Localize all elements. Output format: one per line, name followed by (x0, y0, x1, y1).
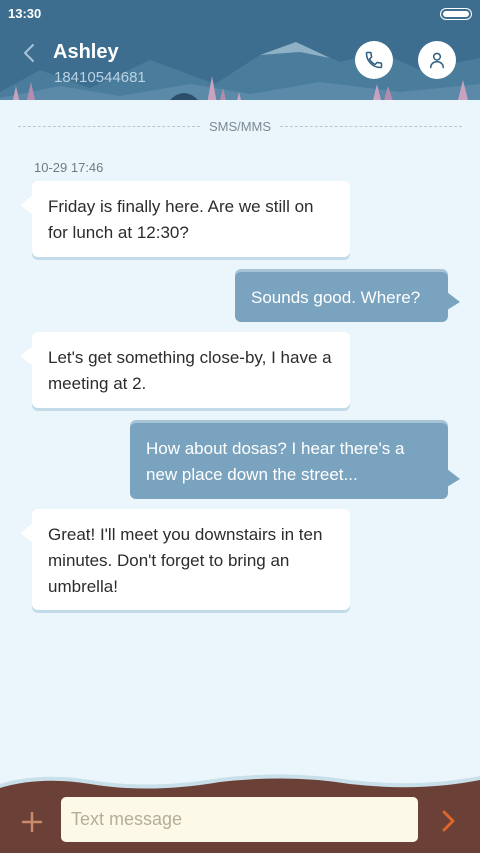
incoming-message-bubble[interactable]: Great! I'll meet you downstairs in ten m… (20, 509, 350, 610)
contact-profile-button[interactable] (418, 41, 456, 79)
message-input[interactable] (61, 797, 418, 842)
channel-divider: SMS/MMS (18, 118, 462, 134)
call-button[interactable] (355, 41, 393, 79)
status-bar: 13:30 (0, 0, 480, 28)
conversation-header: 13:30 Ashley 18410544681 (0, 0, 480, 104)
send-button[interactable] (438, 809, 460, 833)
message-text: Friday is finally here. Are we still on … (48, 197, 314, 242)
plus-icon (21, 811, 43, 833)
message-timestamp: 10-29 17:46 (34, 160, 104, 175)
outgoing-message-bubble[interactable]: How about dosas? I hear there's a new pl… (130, 423, 460, 499)
message-text: How about dosas? I hear there's a new pl… (146, 439, 405, 484)
back-button[interactable] (18, 40, 42, 66)
incoming-message-bubble[interactable]: Let's get something close-by, I have a m… (20, 332, 350, 408)
chevron-right-icon (442, 810, 455, 832)
battery-icon (440, 8, 472, 20)
message-text: Great! I'll meet you downstairs in ten m… (48, 525, 323, 596)
incoming-message-bubble[interactable]: Friday is finally here. Are we still on … (20, 181, 350, 257)
message-text: Sounds good. Where? (251, 288, 421, 307)
contact-name: Ashley (53, 41, 119, 63)
message-text: Let's get something close-by, I have a m… (48, 348, 332, 393)
contact-number: 18410544681 (54, 69, 146, 86)
chevron-left-icon (24, 44, 34, 62)
message-composer (0, 770, 480, 853)
phone-icon (365, 51, 383, 69)
outgoing-message-bubble[interactable]: Sounds good. Where? (235, 272, 460, 322)
status-time: 13:30 (8, 6, 42, 21)
add-attachment-button[interactable] (20, 810, 44, 834)
person-icon (430, 52, 444, 69)
